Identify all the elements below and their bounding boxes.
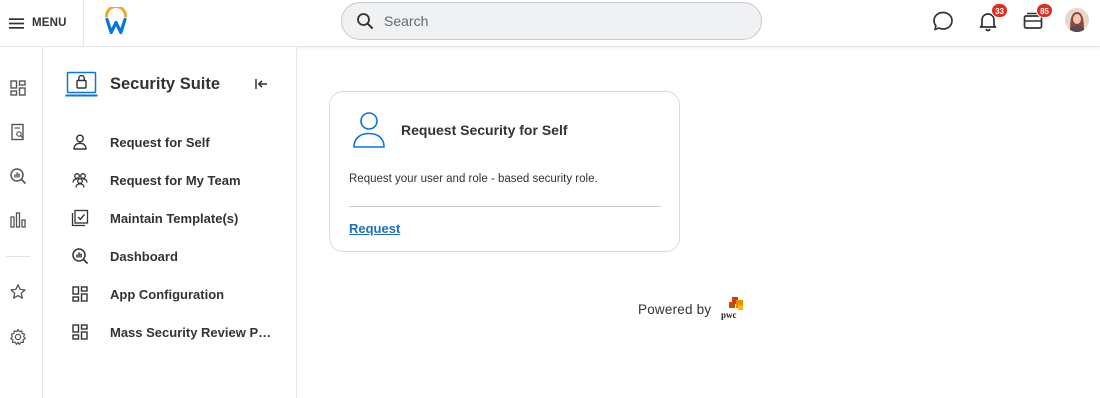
- powered-by: Powered by pwc: [638, 297, 745, 321]
- sidebar-item-label: App Configuration: [110, 286, 225, 302]
- checkbox-template-icon: [71, 209, 89, 227]
- user-avatar[interactable]: [1065, 8, 1089, 32]
- dashboard-search-icon: [71, 247, 89, 265]
- sidebar-item-label: Request for My Team: [110, 172, 241, 188]
- star-icon: [10, 284, 26, 299]
- card-divider: [349, 206, 661, 207]
- rail-dashboards-button[interactable]: [9, 167, 27, 185]
- chat-button[interactable]: [931, 9, 955, 33]
- rail-divider: [6, 256, 30, 257]
- sidebar-title: Security Suite: [110, 75, 221, 93]
- sidebar-item-label: Maintain Template(s): [110, 210, 239, 226]
- collapse-left-icon: [255, 79, 267, 89]
- sidebar-item-request-for-my-team[interactable]: Request for My Team: [71, 165, 297, 195]
- divider: [83, 0, 84, 46]
- workday-logo[interactable]: [103, 7, 129, 35]
- rail-apps-button[interactable]: [9, 79, 27, 97]
- card-title: Request Security for Self: [401, 122, 568, 138]
- notifications-button[interactable]: 33: [976, 3, 1008, 33]
- hamburger-icon: [8, 17, 25, 29]
- sidebar-item-app-configuration[interactable]: App Configuration: [71, 279, 297, 309]
- avatar-image: [1065, 8, 1089, 32]
- sidebar-item-mass-security-review[interactable]: Mass Security Review Pro...: [71, 317, 297, 347]
- rail-analytics-button[interactable]: [9, 211, 27, 229]
- apps-grid-icon: [10, 80, 26, 96]
- gear-icon: [10, 328, 26, 345]
- request-card: Request Security for Self Request your u…: [329, 91, 680, 252]
- laptop-lock-icon: [65, 71, 98, 97]
- sidebar-item-maintain-templates[interactable]: Maintain Template(s): [71, 203, 297, 233]
- inbox-button[interactable]: 85: [1021, 3, 1053, 33]
- sidebar-item-dashboard[interactable]: Dashboard: [71, 241, 297, 271]
- grid-icon: [71, 285, 89, 303]
- rail-favorites-button[interactable]: [9, 283, 27, 301]
- search-placeholder: Search: [384, 13, 429, 29]
- chat-bubble-icon: [933, 11, 953, 31]
- rail-reports-button[interactable]: [9, 123, 27, 141]
- rail-settings-button[interactable]: [9, 328, 27, 346]
- pwc-logo: pwc: [721, 297, 744, 320]
- card-description: Request your user and role - based secur…: [349, 173, 598, 185]
- sidebar-item-label: Mass Security Review Pro...: [110, 324, 272, 340]
- bar-chart-icon: [10, 212, 26, 228]
- magnify-chart-icon: [10, 168, 27, 185]
- request-link[interactable]: Request: [349, 221, 400, 236]
- pwc-logo-text: pwc: [721, 310, 737, 320]
- inbox-badge: 85: [1036, 3, 1053, 18]
- sidebar-item-label: Request for Self: [110, 134, 210, 150]
- notifications-badge: 33: [991, 3, 1008, 18]
- document-search-icon: [11, 123, 24, 141]
- sidebar-item-request-for-self[interactable]: Request for Self: [71, 127, 297, 157]
- search-input[interactable]: Search: [341, 2, 762, 40]
- search-icon: [357, 13, 373, 29]
- sidebar-item-label: Dashboard: [110, 248, 178, 264]
- powered-by-text: Powered by: [638, 301, 712, 317]
- team-icon: [71, 171, 89, 189]
- top-bar: MENU Search 33 85: [0, 0, 1100, 47]
- grid-icon: [71, 323, 89, 341]
- menu-label: MENU: [32, 17, 67, 29]
- collapse-sidebar-button[interactable]: [254, 77, 268, 91]
- person-icon: [71, 133, 89, 151]
- left-rail: [0, 47, 43, 398]
- person-outline-icon: [353, 112, 385, 148]
- sidebar-panel: Security Suite Request for Self Request …: [43, 47, 297, 398]
- menu-button[interactable]: MENU: [0, 0, 83, 46]
